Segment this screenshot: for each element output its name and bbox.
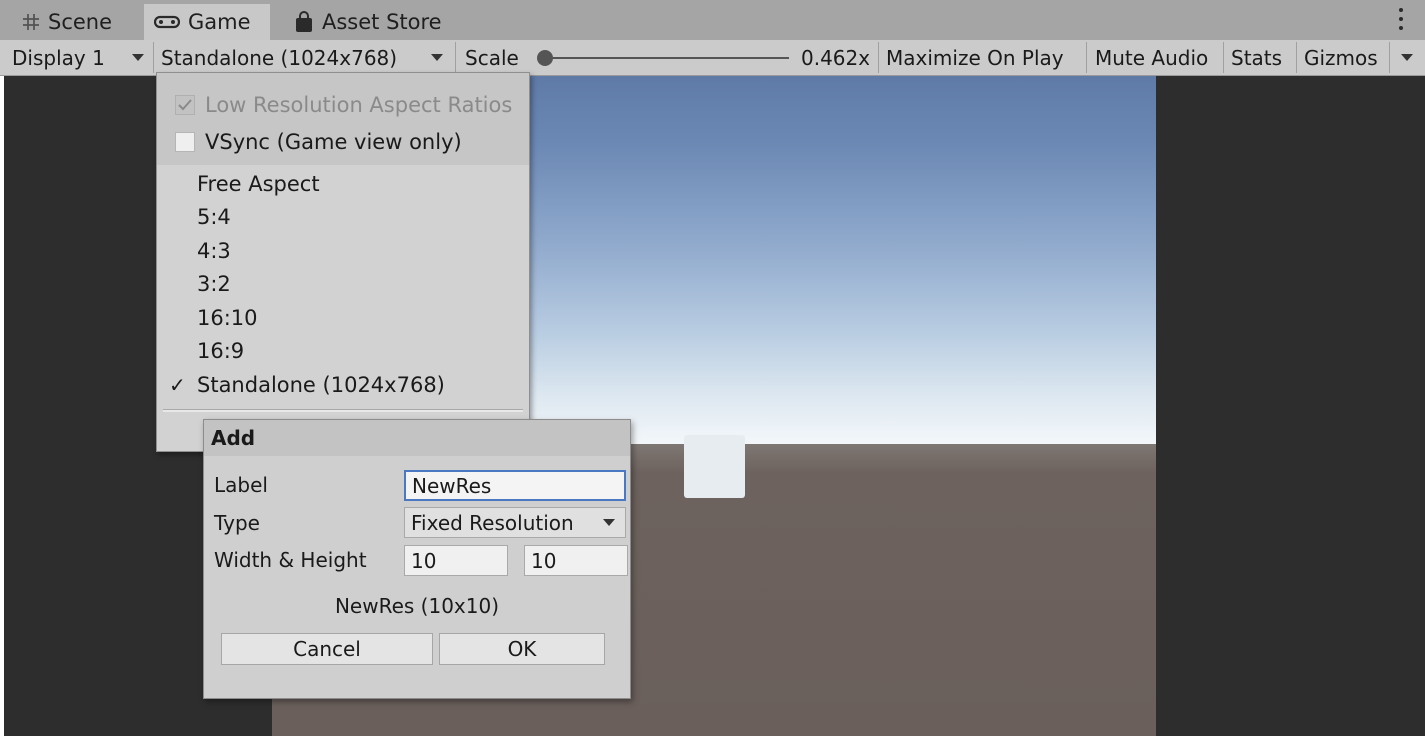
scale-slider-handle[interactable]: [537, 50, 553, 66]
menu-item-4-3[interactable]: 4:3: [157, 235, 529, 267]
resolution-label: Standalone (1024x768): [161, 45, 398, 70]
cancel-button[interactable]: Cancel: [221, 633, 433, 665]
stats-button[interactable]: Stats: [1231, 40, 1282, 75]
menu-item-3-2[interactable]: 3:2: [157, 268, 529, 300]
tab-label: Asset Store: [322, 10, 442, 34]
label-field-label: Label: [214, 473, 268, 497]
tab-game[interactable]: Game: [144, 4, 270, 40]
tab-label: Scene: [48, 10, 113, 34]
chevron-down-icon: [603, 519, 615, 526]
game-toolbar: Display 1 Standalone (1024x768) Scale 0.…: [0, 40, 1425, 76]
type-field-label: Type: [214, 511, 260, 535]
type-value: Fixed Resolution: [411, 510, 574, 535]
low-resolution-option: Low Resolution Aspect Ratios: [157, 89, 529, 121]
ok-button[interactable]: OK: [439, 633, 605, 665]
chevron-down-icon: [431, 54, 443, 61]
low-resolution-label: Low Resolution Aspect Ratios: [205, 93, 513, 117]
menu-item-standalone[interactable]: ✓ Standalone (1024x768): [157, 369, 529, 401]
vsync-option[interactable]: VSync (Game view only): [157, 126, 529, 158]
divider: [455, 42, 456, 73]
display-label: Display 1: [12, 45, 105, 70]
divider: [1389, 42, 1390, 73]
divider: [153, 42, 154, 73]
size-field-label: Width & Height: [214, 548, 367, 572]
tab-bar: Scene Game Asset Store: [0, 0, 1425, 40]
chevron-down-icon: [132, 54, 144, 61]
mute-audio-button[interactable]: Mute Audio: [1095, 40, 1208, 75]
menu-item-label: 5:4: [197, 205, 231, 229]
dialog-title: Add: [204, 420, 630, 456]
gizmos-dropdown[interactable]: [1397, 40, 1417, 75]
checkbox-icon: [175, 95, 195, 115]
resolution-dropdown[interactable]: Standalone (1024x768): [161, 40, 447, 75]
gamepad-icon: [154, 15, 180, 29]
menu-item-label: 16:9: [197, 339, 245, 363]
cube-object: [684, 435, 745, 498]
checkbox-icon[interactable]: [175, 132, 195, 152]
vsync-label: VSync (Game view only): [205, 130, 462, 154]
menu-item-label: 4:3: [197, 239, 231, 263]
width-input[interactable]: 10: [404, 545, 508, 576]
tab-scene[interactable]: Scene: [14, 4, 150, 40]
menu-item-5-4[interactable]: 5:4: [157, 201, 529, 233]
scale-slider-track[interactable]: [545, 57, 789, 59]
menu-item-label: Free Aspect: [197, 172, 320, 196]
label-input[interactable]: NewRes: [404, 470, 626, 501]
chevron-down-icon: [1401, 54, 1413, 61]
menu-item-label: Standalone (1024x768): [197, 373, 445, 397]
divider: [878, 42, 879, 73]
checkmark-icon: ✓: [169, 373, 186, 397]
divider: [1296, 42, 1297, 73]
menu-item-label: 3:2: [197, 272, 231, 296]
grid-icon: [22, 13, 40, 31]
menu-separator: [163, 409, 523, 412]
resolution-preview: NewRes (10x10): [334, 594, 500, 618]
shopping-bag-icon: [294, 11, 314, 33]
scale-label: Scale: [465, 45, 519, 70]
type-dropdown[interactable]: Fixed Resolution: [404, 507, 626, 538]
menu-item-16-9[interactable]: 16:9: [157, 335, 529, 367]
gizmos-button[interactable]: Gizmos: [1304, 40, 1378, 75]
divider: [1086, 42, 1087, 73]
display-dropdown[interactable]: Display 1: [12, 40, 150, 75]
maximize-on-play-button[interactable]: Maximize On Play: [886, 40, 1064, 75]
menu-item-free-aspect[interactable]: Free Aspect: [157, 168, 529, 200]
aspect-ratio-menu: Low Resolution Aspect Ratios VSync (Game…: [156, 72, 530, 452]
height-input[interactable]: 10: [524, 545, 628, 576]
unity-game-window: Scene Game Asset Store Display 1 Standal…: [0, 0, 1425, 738]
tab-label: Game: [188, 10, 251, 34]
menu-item-16-10[interactable]: 16:10: [157, 302, 529, 334]
scale-value: 0.462x: [801, 45, 869, 70]
tab-asset-store[interactable]: Asset Store: [288, 4, 448, 40]
divider: [1223, 42, 1224, 73]
menu-item-label: 16:10: [197, 306, 258, 330]
kebab-menu-icon[interactable]: [1399, 8, 1403, 30]
add-resolution-dialog: Add Label NewRes Type Fixed Resolution W…: [203, 419, 631, 699]
